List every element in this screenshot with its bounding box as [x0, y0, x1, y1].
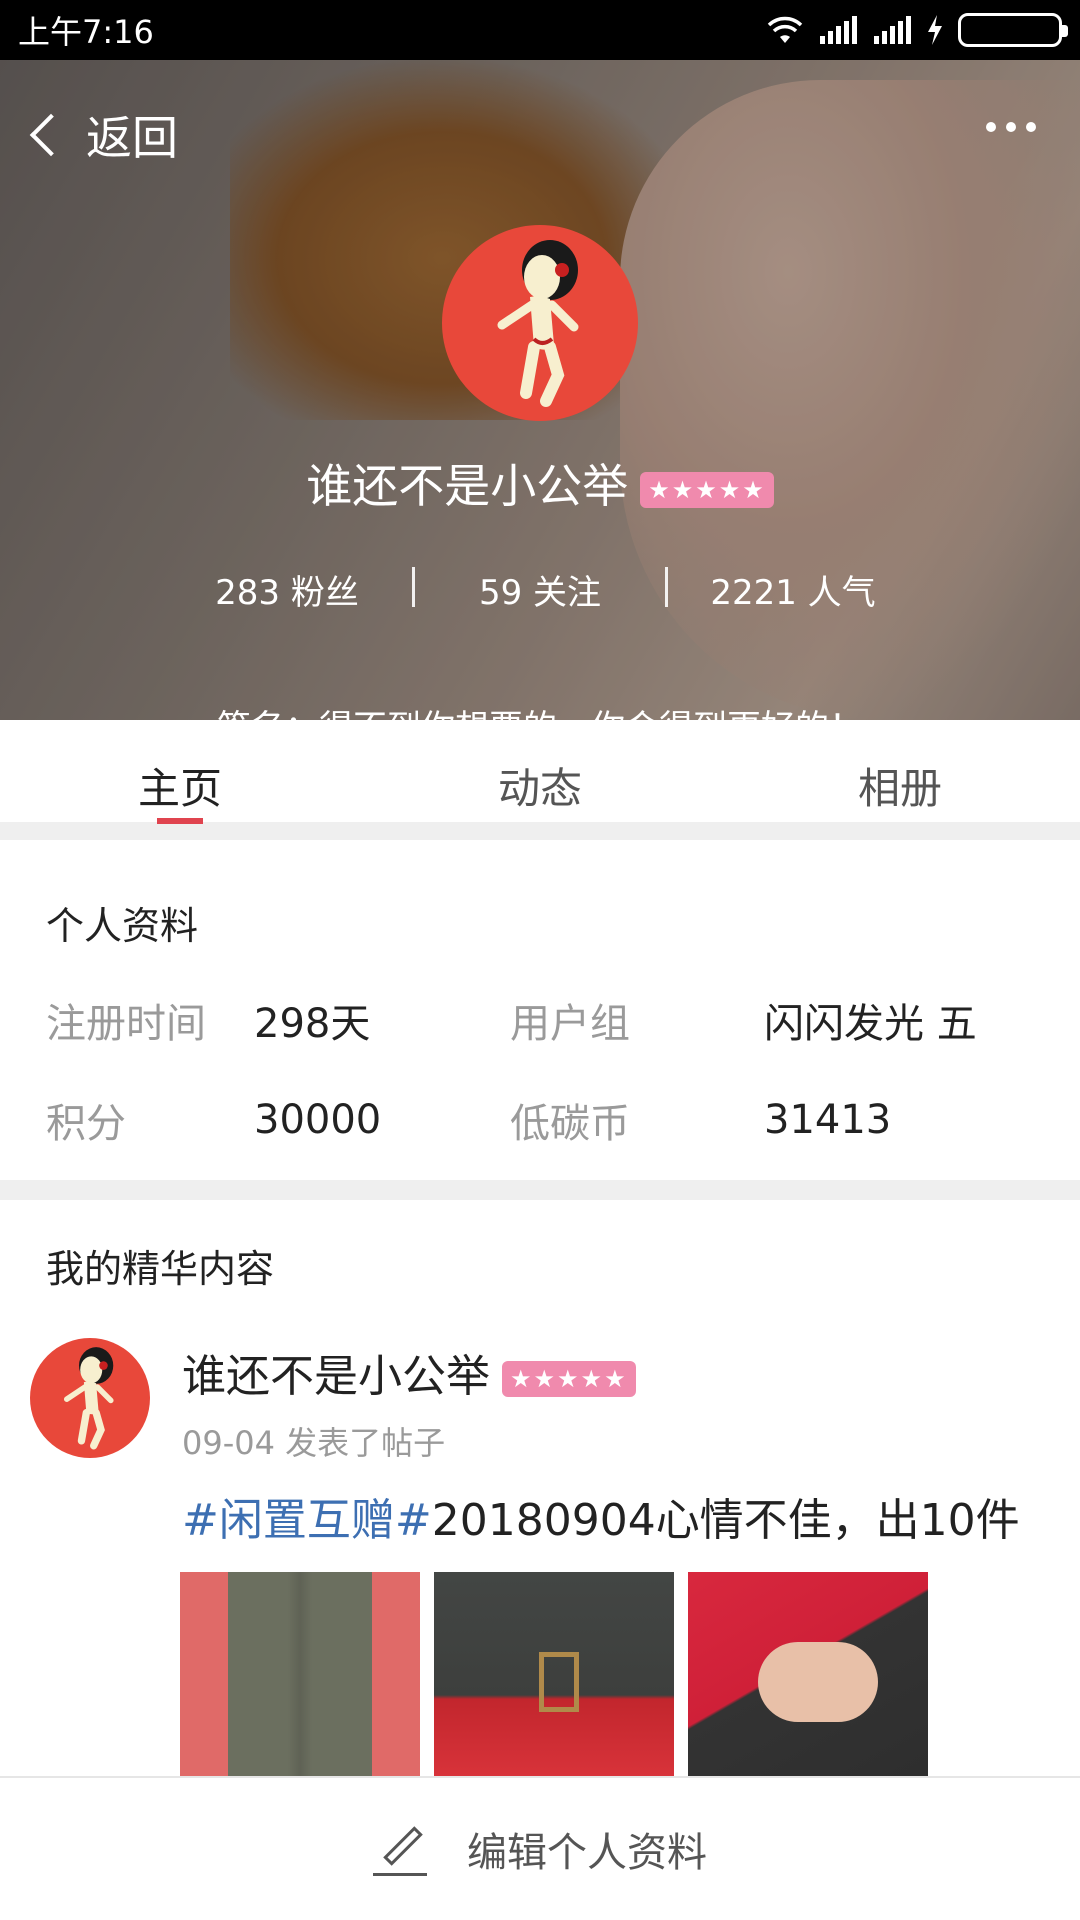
pencil-icon	[373, 1822, 427, 1876]
profile-section-title: 个人资料	[46, 904, 199, 948]
status-bar: 上午7:16	[0, 0, 1080, 60]
level-badge: ★★★★★	[502, 1361, 636, 1397]
featured-section-title: 我的精华内容	[46, 1247, 275, 1291]
profile-username: 谁还不是小公举 ★★★★★	[0, 450, 1080, 516]
section-divider	[0, 1180, 1080, 1200]
post-image[interactable]	[180, 1572, 420, 1777]
profile-stats: 283 粉丝 59 关注 2221 人气	[0, 565, 1080, 614]
battery-icon	[958, 13, 1068, 47]
profile-row: 注册时间 298天 用户组 闪闪发光 五	[0, 970, 1080, 1070]
register-time-label: 注册时间	[46, 1001, 206, 1047]
coins-value: 31413	[764, 1097, 892, 1143]
status-icons	[766, 13, 1068, 47]
avatar[interactable]	[442, 225, 638, 421]
post-content[interactable]: #闲置互赠#20180904心情不佳，出10件	[182, 1484, 1020, 1548]
post-username-text: 谁还不是小公举	[182, 1351, 490, 1402]
charging-icon	[928, 15, 942, 45]
profile-tabs: 主页 动态 相册	[0, 720, 1080, 840]
back-button[interactable]: 返回	[22, 102, 178, 168]
level-badge: ★★★★★	[640, 471, 774, 508]
profile-header: 返回 谁还不是小公举 ★★★★★ 283 粉丝 59 关注 2221 人气 签名：…	[0, 60, 1080, 720]
signal-2-icon	[874, 16, 911, 44]
coins-label: 低碳币	[510, 1101, 630, 1147]
points-label: 积分	[46, 1101, 126, 1147]
chevron-left-icon	[29, 113, 73, 157]
post-username[interactable]: 谁还不是小公举 ★★★★★	[182, 1340, 636, 1404]
divider	[412, 567, 415, 607]
wifi-icon	[767, 16, 803, 43]
post-images	[180, 1572, 928, 1777]
divider	[665, 567, 668, 607]
tab-album[interactable]: 相册	[720, 720, 1080, 822]
profile-info: 注册时间 298天 用户组 闪闪发光 五 积分 30000 低碳币 31413	[0, 970, 1080, 1170]
tab-activity[interactable]: 动态	[360, 720, 720, 822]
post-avatar[interactable]	[30, 1338, 150, 1458]
post-text: 20180904心情不佳，出10件	[431, 1495, 1020, 1546]
back-label: 返回	[86, 111, 178, 165]
points-value: 30000	[254, 1097, 382, 1143]
avatar-illustration	[63, 1347, 114, 1450]
edit-profile-label: 编辑个人资料	[467, 1830, 707, 1876]
username-text: 谁还不是小公举	[306, 459, 629, 513]
post-meta: 09-04 发表了帖子	[182, 1424, 446, 1462]
avatar-illustration	[497, 240, 579, 407]
post-topic-tag[interactable]: #闲置互赠#	[182, 1495, 432, 1546]
signature: 签名：得不到你想要的，你会得到更好的！	[0, 700, 1080, 720]
tab-home[interactable]: 主页	[0, 720, 360, 824]
user-group-label: 用户组	[510, 1001, 630, 1047]
edit-profile-button[interactable]: 编辑个人资料	[0, 1776, 1080, 1920]
profile-row: 积分 30000 低碳币 31413	[0, 1070, 1080, 1170]
following-count[interactable]: 59 关注	[415, 565, 665, 614]
post-image[interactable]	[434, 1572, 674, 1777]
status-time: 上午7:16	[18, 13, 154, 51]
post-image[interactable]	[688, 1572, 928, 1777]
fans-count[interactable]: 283 粉丝	[162, 565, 412, 614]
user-group-value: 闪闪发光 五	[764, 1001, 977, 1047]
more-options-icon[interactable]	[986, 122, 1036, 132]
signal-icon	[820, 16, 857, 44]
popularity-count: 2221 人气	[710, 573, 876, 613]
register-time-value: 298天	[254, 1001, 371, 1047]
